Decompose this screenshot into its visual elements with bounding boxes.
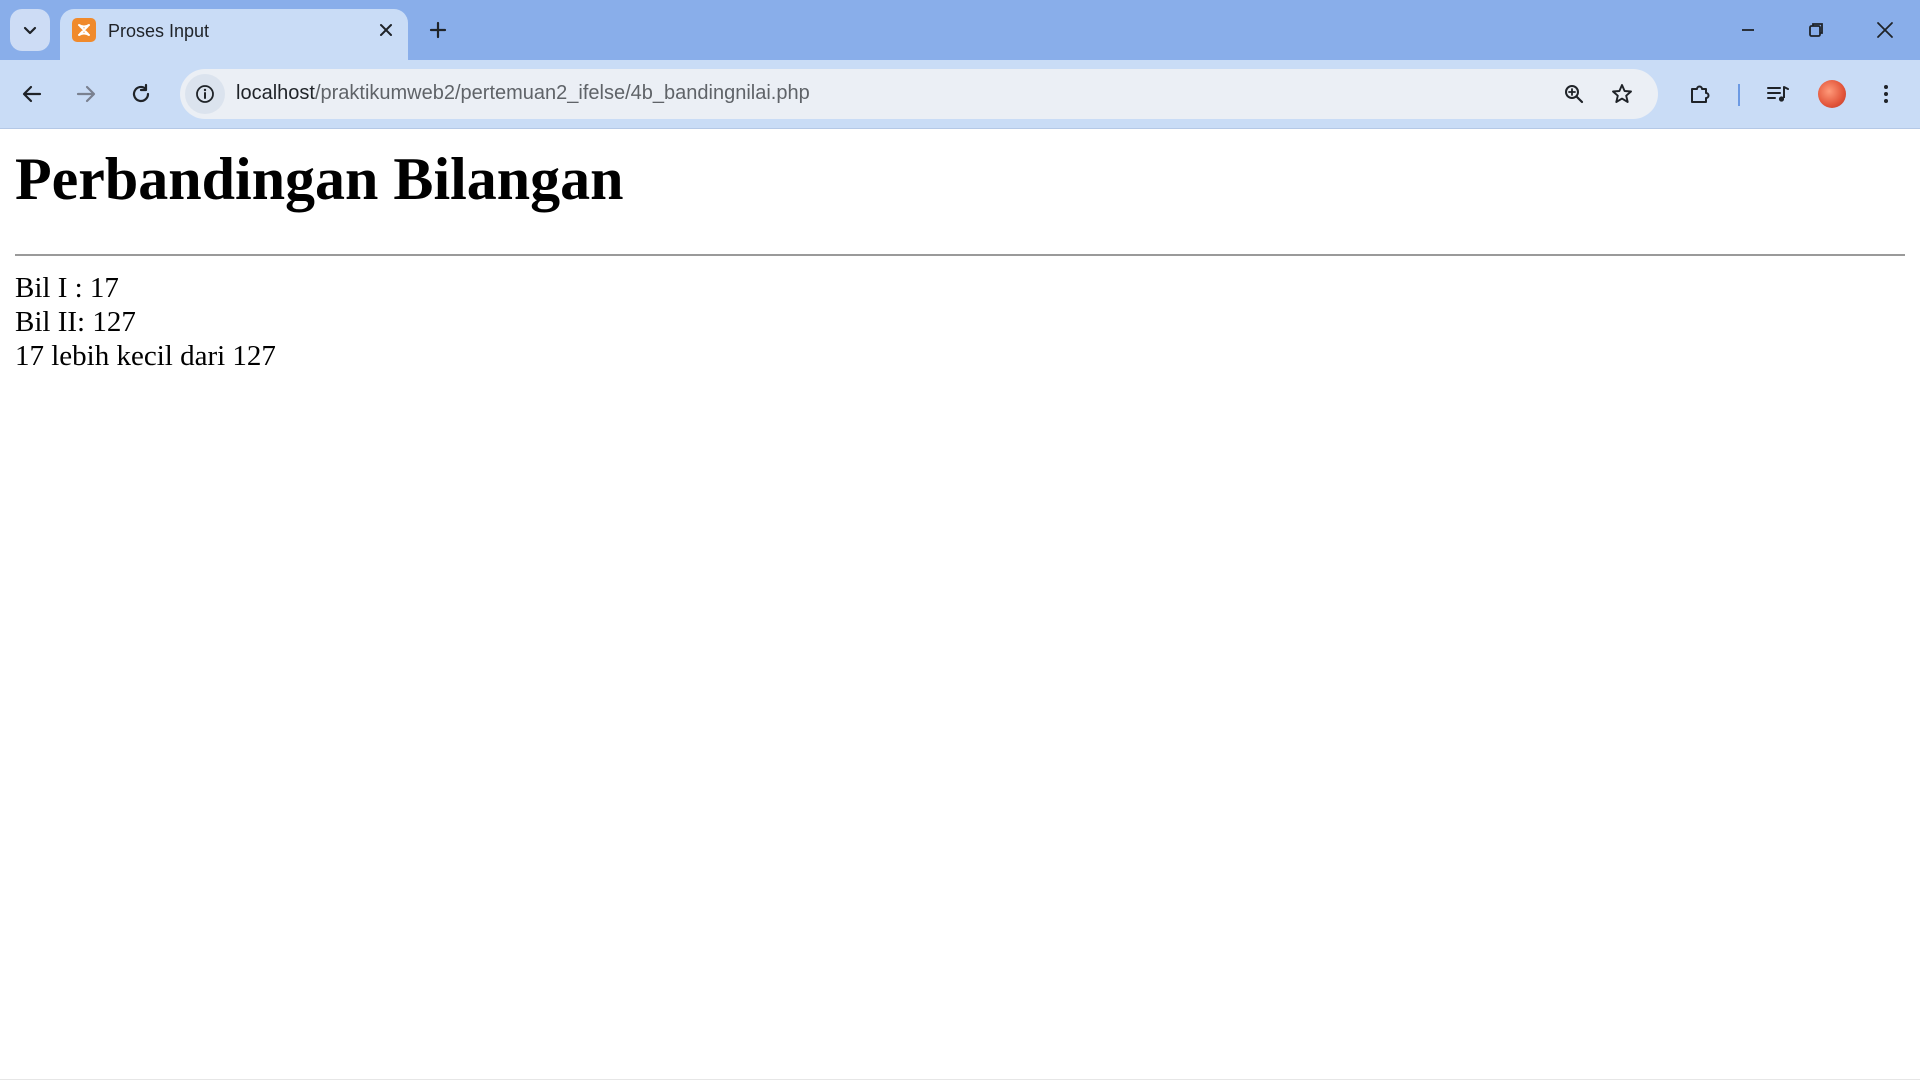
browser-toolbar: localhost/praktikumweb2/pertemuan2_ifels…	[0, 60, 1920, 129]
site-info-button[interactable]	[185, 74, 225, 114]
restore-icon	[1807, 21, 1825, 39]
media-queue-icon	[1765, 81, 1791, 107]
restore-button[interactable]	[1786, 4, 1846, 56]
address-bar[interactable]: localhost/praktikumweb2/pertemuan2_ifels…	[180, 69, 1658, 119]
chevron-down-icon	[22, 22, 38, 38]
horizontal-rule	[15, 254, 1905, 256]
close-icon	[378, 22, 394, 38]
arrow-right-icon	[74, 82, 98, 106]
info-icon	[194, 83, 216, 105]
browser-menu-button[interactable]	[1866, 74, 1906, 114]
close-icon	[1875, 20, 1895, 40]
toolbar-divider	[1738, 84, 1740, 106]
zoom-button[interactable]	[1558, 78, 1590, 110]
avatar	[1818, 80, 1846, 108]
bil-1-line: Bil I : 17	[15, 272, 119, 304]
media-control-button[interactable]	[1758, 74, 1798, 114]
xampp-icon	[72, 18, 96, 42]
bookmark-button[interactable]	[1606, 78, 1638, 110]
arrow-left-icon	[20, 82, 44, 106]
url-text[interactable]: localhost/praktikumweb2/pertemuan2_ifels…	[236, 82, 810, 105]
profile-button[interactable]	[1812, 74, 1852, 114]
tab-search-button[interactable]	[10, 9, 50, 51]
result-lines: Bil I : 17 Bil II: 127 17 lebih kecil da…	[15, 271, 276, 373]
star-icon	[1610, 82, 1634, 106]
tab-close-button[interactable]	[374, 18, 398, 42]
zoom-in-icon	[1562, 82, 1586, 106]
plus-icon	[428, 20, 448, 40]
tab-title: Proses Input	[108, 21, 210, 41]
url-host: localhost	[236, 82, 315, 104]
url-path: /praktikumweb2/pertemuan2_ifelse/4b_band…	[314, 82, 810, 104]
tab-active[interactable]: Proses Input	[60, 9, 408, 60]
bil-2-line: Bil II: 127	[15, 306, 136, 338]
extensions-button[interactable]	[1680, 74, 1720, 114]
kebab-menu-icon	[1874, 82, 1898, 106]
close-window-button[interactable]	[1855, 4, 1915, 56]
new-tab-button[interactable]	[424, 12, 452, 48]
page-title: Perbandingan Bilangan	[15, 146, 624, 212]
reload-button[interactable]	[121, 74, 161, 114]
browser-window: Proses Input localhost/praktikumweb2/per…	[0, 0, 1920, 1080]
minimize-button[interactable]	[1718, 4, 1778, 56]
back-button[interactable]	[12, 74, 52, 114]
tab-strip: Proses Input	[0, 0, 1920, 60]
reload-icon	[129, 82, 153, 106]
page-content: Perbandingan Bilangan Bil I : 17 Bil II:…	[0, 129, 1920, 1080]
forward-button[interactable]	[66, 74, 106, 114]
comparison-result-line: 17 lebih kecil dari 127	[15, 340, 276, 372]
minimize-icon	[1739, 21, 1757, 39]
puzzle-icon	[1687, 81, 1713, 107]
